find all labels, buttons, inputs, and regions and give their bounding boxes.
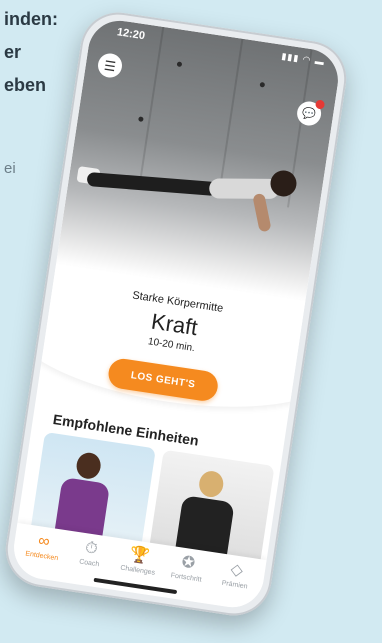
background-text-line-3: eben [4, 75, 47, 95]
person-head [197, 469, 226, 499]
tab-praemien[interactable]: ◇ Prämien [209, 558, 262, 592]
tab-fortschritt[interactable]: ✪ Fortschritt [161, 551, 214, 585]
athlete-legs [86, 171, 218, 197]
tab-entdecken[interactable]: ∞ Entdecken [16, 529, 69, 563]
hamburger-icon: ☰ [103, 57, 117, 74]
tab-challenges[interactable]: 🏆 Challenges [112, 544, 165, 578]
app-screen: 12:20 ▮▮▮ ◠ ▬ ☰ 💬 Starke Körpermitte Kra… [9, 16, 343, 612]
background-text-line-1: inden: [4, 9, 58, 29]
chat-icon: 💬 [301, 107, 317, 121]
background-text-line-2: er [4, 42, 22, 62]
workout-card[interactable] [266, 467, 343, 593]
home-indicator [93, 577, 178, 595]
person-head [74, 451, 103, 481]
phone-mockup: 12:20 ▮▮▮ ◠ ▬ ☰ 💬 Starke Körpermitte Kra… [0, 7, 352, 621]
tab-coach[interactable]: ⏱ Coach [64, 536, 117, 570]
background-text-line-4: ei [4, 160, 16, 177]
athlete-torso [209, 178, 280, 200]
